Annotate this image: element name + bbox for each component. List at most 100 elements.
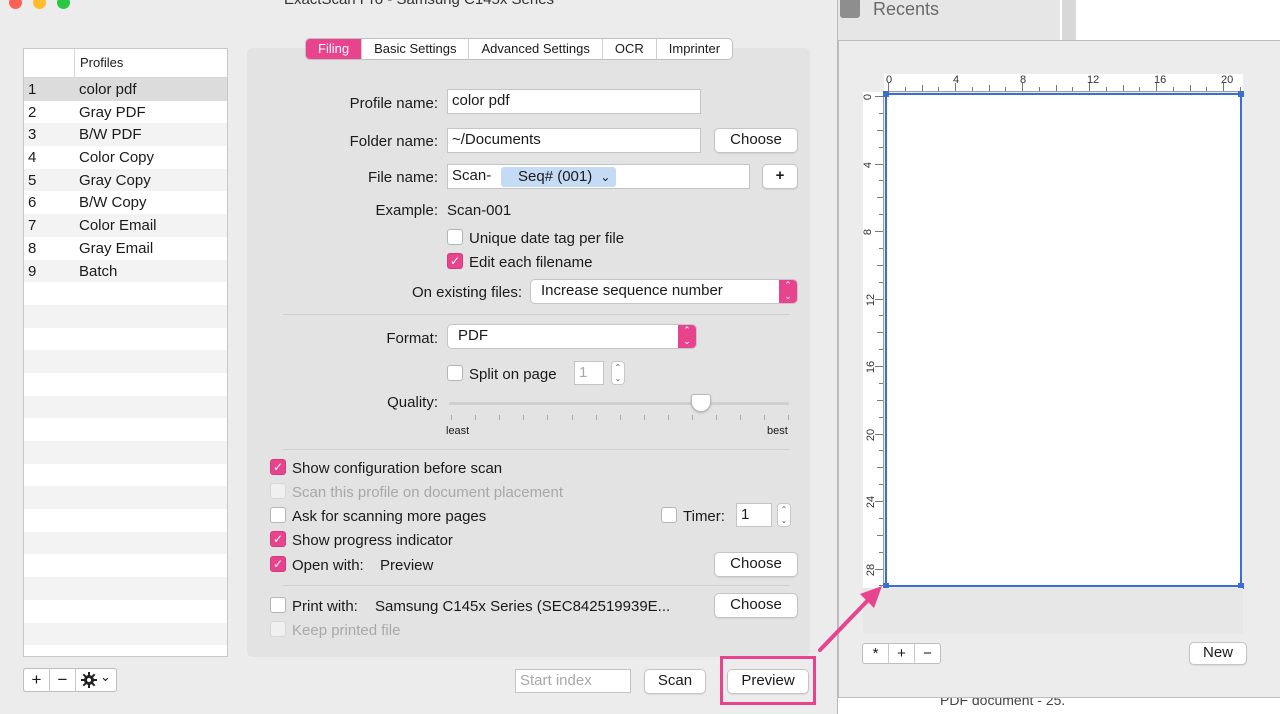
ruler-label: 12 <box>1087 74 1100 86</box>
slider-tick <box>571 415 573 420</box>
profile-actions-menu[interactable]: ⌄ <box>76 669 116 691</box>
list-item[interactable]: 4 Color Copy <box>24 146 227 169</box>
list-item[interactable] <box>24 328 227 351</box>
ask-more-pages-checkbox[interactable] <box>270 507 286 523</box>
chevron-down-icon: ⌄ <box>100 669 111 684</box>
add-token-button[interactable]: + <box>762 164 798 189</box>
background-finder-divider <box>1062 0 1076 40</box>
split-on-page-checkbox[interactable] <box>447 365 463 381</box>
list-item[interactable]: 1 color pdf <box>24 78 227 101</box>
folder-name-field[interactable]: ~/Documents <box>447 128 701 153</box>
scan-on-placement-checkbox[interactable] <box>270 483 286 499</box>
timer-field[interactable]: 1 <box>736 503 772 527</box>
quality-max-label: best <box>767 425 788 437</box>
profiles-rows: 1 color pdf 2 Gray PDF 3 B/W PDF 4 Color Copy 5 G… <box>24 78 227 646</box>
choose-folder-button[interactable]: Choose <box>714 128 798 153</box>
preview-remove-button[interactable]: − <box>915 644 940 663</box>
ruler-tick <box>879 146 883 148</box>
choose-printer-button[interactable]: Choose <box>714 593 798 618</box>
list-item[interactable]: 2 Gray PDF <box>24 101 227 124</box>
list-item[interactable] <box>24 554 227 577</box>
add-profile-button[interactable]: + <box>24 669 50 691</box>
crop-handle[interactable] <box>883 91 889 97</box>
ruler-label: 20 <box>1221 74 1234 86</box>
list-item[interactable] <box>24 531 227 555</box>
list-item[interactable] <box>24 373 227 396</box>
slider-tick <box>788 415 790 420</box>
list-item[interactable] <box>24 577 227 600</box>
sequence-token[interactable]: Seq# (001) ⌄ <box>501 167 617 187</box>
start-index-field[interactable]: Start index <box>515 669 631 693</box>
list-item[interactable] <box>24 350 227 373</box>
timer-stepper[interactable]: ⌃ ⌄ <box>777 503 791 527</box>
split-page-field[interactable]: 1 <box>574 361 604 385</box>
profile-number: 6 <box>28 194 37 212</box>
progress-indicator-checkbox[interactable]: ✓ <box>270 531 286 547</box>
list-item[interactable] <box>24 486 227 510</box>
tab-basic-settings[interactable]: Basic Settings <box>362 39 470 59</box>
tab-ocr[interactable]: OCR <box>603 39 657 59</box>
ruler-label: 8 <box>1020 74 1027 86</box>
keep-printed-label: Keep printed file <box>292 622 401 639</box>
popup-arrows-icon: ⌃ ⌄ <box>678 325 696 348</box>
list-item[interactable] <box>24 509 227 532</box>
tab-imprinter[interactable]: Imprinter <box>657 39 732 59</box>
tab-filing[interactable]: Filing <box>306 39 363 59</box>
split-page-stepper[interactable]: ⌃ ⌄ <box>611 361 625 385</box>
scan-button[interactable]: Scan <box>644 669 706 694</box>
list-item[interactable] <box>24 304 227 328</box>
sidebar-item-recents[interactable]: Recents <box>873 0 939 20</box>
list-item[interactable] <box>24 282 227 305</box>
scan-area-page[interactable] <box>885 93 1242 587</box>
remove-profile-button[interactable]: − <box>50 669 76 691</box>
list-item[interactable] <box>24 464 227 487</box>
ruler-tick <box>877 467 883 469</box>
quality-slider-track[interactable] <box>449 402 789 405</box>
profile-name: B/W PDF <box>79 126 142 144</box>
list-item[interactable] <box>24 622 227 646</box>
print-with-checkbox[interactable] <box>270 597 286 613</box>
vertical-ruler: 0 4 8 12 16 20 24 28 <box>862 92 884 588</box>
sequence-token-label: Seq# (001) <box>518 168 593 185</box>
quality-slider-knob[interactable] <box>690 394 711 412</box>
ruler-tick <box>879 247 883 249</box>
profile-name: color pdf <box>79 81 137 98</box>
list-item[interactable]: 9 Batch <box>24 259 227 283</box>
ruler-tick <box>879 382 883 384</box>
list-item[interactable] <box>24 418 227 441</box>
list-item[interactable]: 8 Gray Email <box>24 237 227 260</box>
slider-tick <box>619 415 621 420</box>
list-item[interactable] <box>24 395 227 419</box>
tab-advanced-settings[interactable]: Advanced Settings <box>469 39 603 59</box>
slider-tick <box>764 415 766 420</box>
preview-add-button[interactable]: + <box>889 644 915 663</box>
open-with-checkbox[interactable]: ✓ <box>270 556 286 572</box>
profile-name: Gray Email <box>79 239 154 257</box>
profiles-column-header[interactable]: Profiles <box>80 55 123 70</box>
crop-handle[interactable] <box>1238 91 1244 97</box>
list-item[interactable]: 5 Gray Copy <box>24 168 227 192</box>
show-config-checkbox[interactable]: ✓ <box>270 459 286 475</box>
unique-date-checkbox[interactable] <box>447 229 463 245</box>
ruler-tick <box>875 163 883 165</box>
list-item[interactable] <box>24 441 227 464</box>
format-popup[interactable]: PDF ⌃ ⌄ <box>447 324 697 349</box>
new-button[interactable]: New <box>1189 642 1247 665</box>
profile-number: 7 <box>28 217 37 235</box>
list-item[interactable] <box>24 600 227 623</box>
choose-open-with-button[interactable]: Choose <box>714 552 798 577</box>
edit-filename-checkbox[interactable]: ✓ <box>447 253 463 269</box>
list-item[interactable]: 7 Color Email <box>24 214 227 237</box>
existing-files-popup[interactable]: Increase sequence number ⌃ ⌄ <box>530 279 798 304</box>
slider-tick <box>667 415 669 420</box>
timer-checkbox[interactable] <box>661 507 677 523</box>
keep-printed-checkbox[interactable] <box>270 621 286 637</box>
background-finder-sidebar <box>835 0 1060 40</box>
list-item[interactable]: 6 B/W Copy <box>24 191 227 214</box>
ruler-tick <box>1105 87 1107 91</box>
ruler-label: 16 <box>865 360 878 374</box>
profile-name-field[interactable]: color pdf <box>447 89 701 114</box>
list-item[interactable]: 3 B/W PDF <box>24 123 227 147</box>
profiles-header: Profiles <box>24 49 227 78</box>
slider-tick <box>740 415 742 420</box>
